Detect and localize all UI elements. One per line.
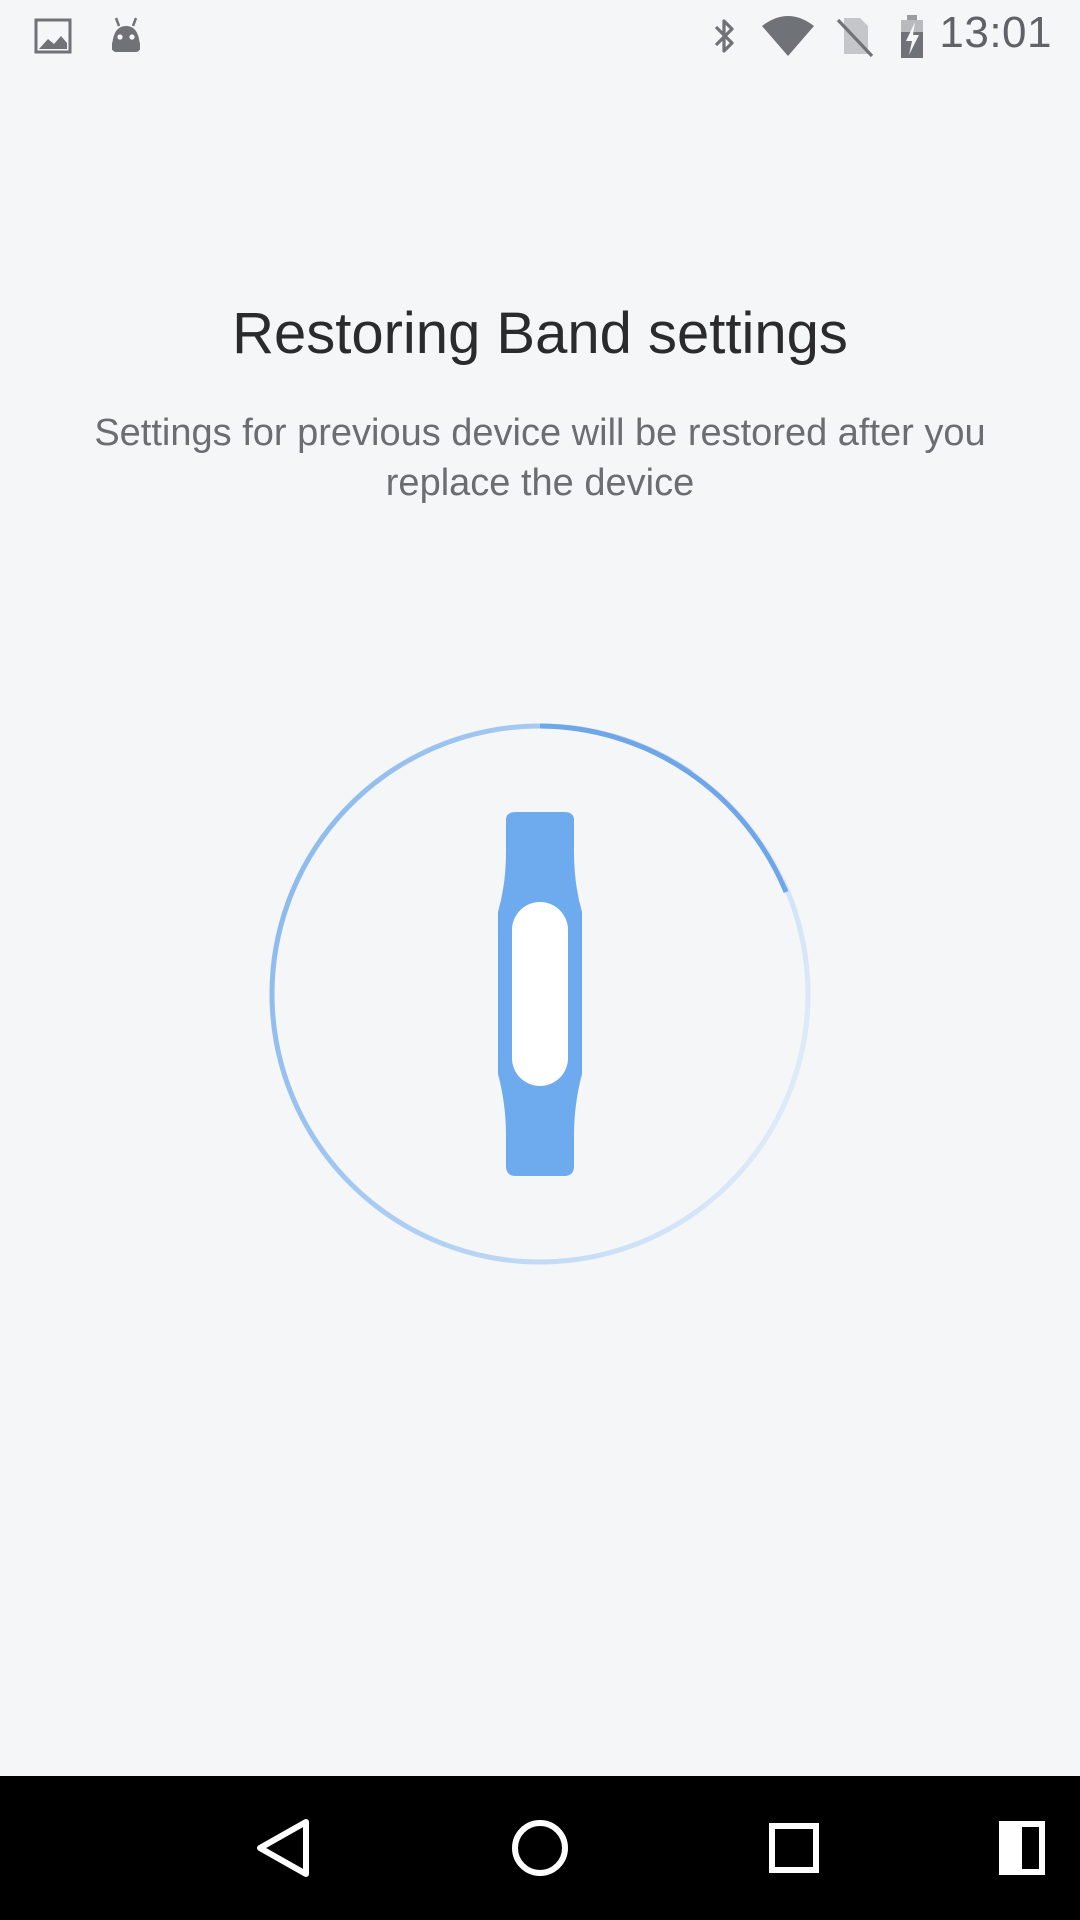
back-icon[interactable]: [248, 1812, 320, 1884]
page-title: Restoring Band settings: [232, 301, 848, 366]
restore-settings-screen: 13:01 Restoring Band settings Settings f…: [0, 0, 1080, 1920]
status-bar: 13:01: [0, 0, 1080, 72]
image-notification-icon: [34, 18, 72, 54]
system-nav-bar: [0, 1776, 1080, 1920]
subtitle-line-2: replace the device: [385, 462, 695, 504]
status-time: 13:01: [939, 8, 1052, 57]
battery-charging-icon: [901, 15, 923, 58]
recents-icon[interactable]: [758, 1812, 830, 1884]
page-subtitle: Settings for previous device will be res…: [40, 408, 1040, 508]
split-screen-icon[interactable]: [986, 1812, 1058, 1884]
android-notification-icon: [112, 17, 140, 52]
fitness-band-icon: [498, 812, 582, 1176]
no-sim-icon: [836, 18, 874, 58]
wifi-icon: [762, 16, 814, 56]
home-icon[interactable]: [504, 1812, 576, 1884]
restore-progress: [268, 722, 812, 1266]
subtitle-line-1: Settings for previous device will be res…: [94, 412, 986, 454]
bluetooth-icon: [714, 19, 734, 53]
